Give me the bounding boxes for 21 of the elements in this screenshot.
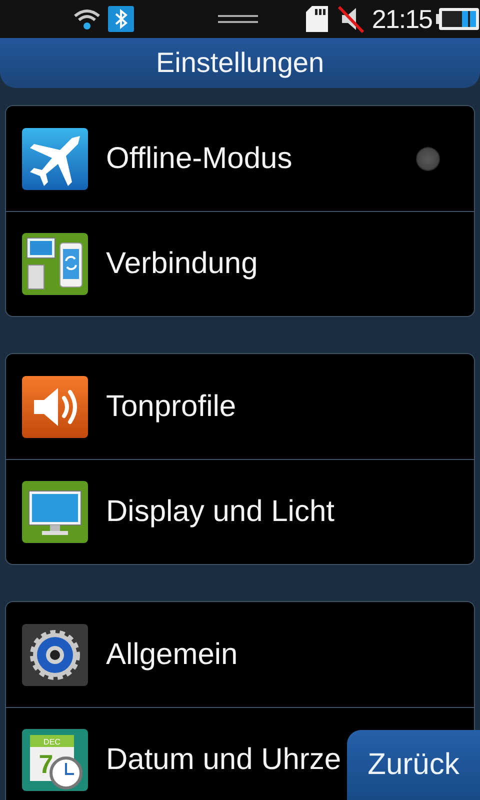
drag-handle-icon[interactable] xyxy=(218,14,258,24)
calendar-clock-icon: DEC 7 xyxy=(22,729,88,791)
battery-icon xyxy=(436,7,480,31)
sd-card-icon xyxy=(306,6,330,32)
settings-item[interactable]: Tonprofile xyxy=(106,390,236,424)
airplane-icon xyxy=(22,128,88,190)
settings-item[interactable]: Verbindung xyxy=(106,247,258,281)
monitor-icon xyxy=(22,481,88,543)
back-button[interactable]: Zurück xyxy=(347,730,480,800)
toggle-indicator[interactable] xyxy=(416,146,440,170)
settings-item[interactable]: Datum und Uhrze xyxy=(106,743,342,777)
settings-item[interactable]: Display und Licht xyxy=(106,495,334,529)
muted-speaker-icon xyxy=(336,4,366,34)
speaker-icon xyxy=(22,376,88,438)
settings-item[interactable]: Allgemein xyxy=(106,638,238,672)
devices-sync-icon xyxy=(22,233,88,295)
clock-time: 21:15 xyxy=(372,4,432,34)
screen-title: Einstellungen xyxy=(156,47,324,79)
settings-item[interactable]: Offline-Modus xyxy=(106,142,292,176)
settings-icon xyxy=(22,624,88,686)
bluetooth-icon xyxy=(108,6,136,32)
